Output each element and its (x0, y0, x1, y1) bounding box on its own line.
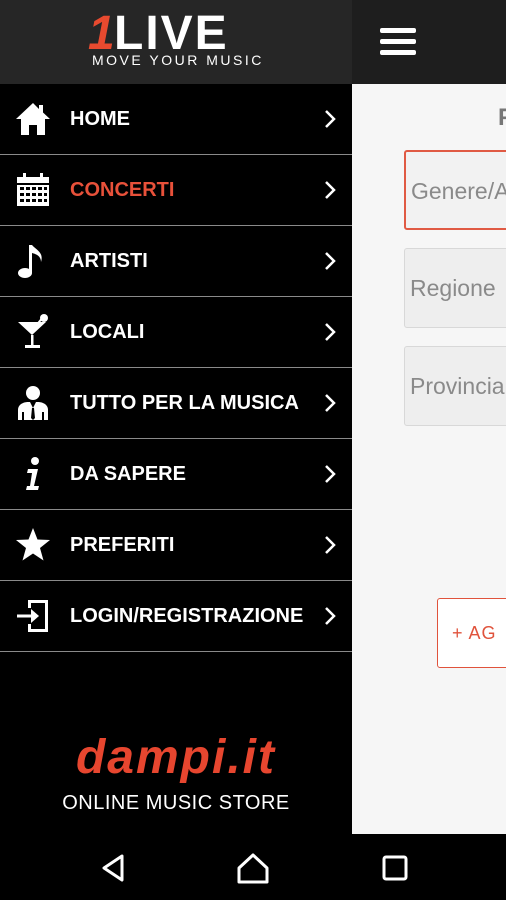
app-logo: 1 LIVE MOVE YOUR MUSIC (88, 7, 268, 72)
add-button-label: + AG (452, 623, 497, 643)
system-nav-bar (0, 834, 506, 900)
chevron-right-icon (325, 607, 336, 625)
app-bar (352, 0, 506, 84)
menu-item-label: PREFERITI (70, 534, 175, 556)
menu-item-label: ARTISTI (70, 250, 148, 272)
info-icon (26, 457, 39, 490)
calendar-icon (17, 173, 49, 206)
region-select-field[interactable]: Regione (404, 248, 506, 328)
chevron-right-icon (325, 536, 336, 554)
menu-item-label: CONCERTI (70, 179, 175, 201)
province-field-placeholder: Provincia (410, 373, 505, 399)
genre-field-placeholder: Genere/A (411, 178, 506, 204)
drawer-menu: HOME CONCERTI ARTISTI LOCALI TUTTO PER L… (0, 84, 352, 652)
menu-item-preferiti[interactable]: PREFERITI (0, 510, 352, 581)
chevron-right-icon (325, 323, 336, 341)
menu-item-login-registrazione[interactable]: LOGIN/REGISTRAZIONE (0, 581, 352, 652)
menu-item-da-sapere[interactable]: DA SAPERE (0, 439, 352, 510)
menu-item-locali[interactable]: LOCALI (0, 297, 352, 368)
chevron-right-icon (325, 394, 336, 412)
brand-logo: dampi.it (75, 731, 276, 784)
chevron-right-icon (325, 110, 336, 128)
menu-item-label: LOCALI (70, 321, 145, 343)
page-title: P (498, 104, 506, 132)
back-icon[interactable] (96, 850, 132, 886)
recents-icon[interactable] (377, 850, 413, 886)
app-screen: P Genere/A Regione Provincia + AG 1 LIVE… (0, 0, 506, 900)
hamburger-menu-icon[interactable] (380, 28, 416, 56)
music-note-icon (18, 245, 42, 278)
drawer-header: 1 LIVE MOVE YOUR MUSIC (0, 0, 352, 84)
navigation-drawer: 1 LIVE MOVE YOUR MUSIC HOME CONCERTI ART… (0, 0, 352, 834)
cocktail-icon (18, 314, 48, 348)
province-select-field[interactable]: Provincia (404, 346, 506, 426)
chevron-right-icon (325, 181, 336, 199)
menu-item-label: TUTTO PER LA MUSICA (70, 392, 299, 414)
chevron-right-icon (325, 465, 336, 483)
brand-banner[interactable]: dampi.it ONLINE MUSIC STORE (0, 734, 352, 815)
menu-item-tutto-per-la-musica[interactable]: TUTTO PER LA MUSICA (0, 368, 352, 439)
menu-item-home[interactable]: HOME (0, 84, 352, 155)
menu-item-label: HOME (70, 108, 130, 130)
login-icon (17, 600, 48, 632)
genre-select-field[interactable]: Genere/A (404, 150, 506, 230)
menu-item-artisti[interactable]: ARTISTI (0, 226, 352, 297)
logo-tagline: MOVE YOUR MUSIC (92, 52, 264, 68)
menu-item-label: LOGIN/REGISTRAZIONE (70, 605, 304, 627)
chevron-right-icon (325, 252, 336, 270)
brand-subtitle: ONLINE MUSIC STORE (62, 792, 290, 814)
main-content: P Genere/A Regione Provincia + AG (352, 0, 506, 834)
region-field-placeholder: Regione (410, 275, 496, 301)
home-icon (16, 103, 50, 135)
person-suit-icon (18, 386, 48, 420)
home-nav-icon[interactable] (235, 850, 271, 886)
add-button[interactable]: + AG (437, 598, 506, 668)
menu-item-concerti[interactable]: CONCERTI (0, 155, 352, 226)
star-icon (16, 528, 50, 561)
menu-item-label: DA SAPERE (70, 463, 186, 485)
